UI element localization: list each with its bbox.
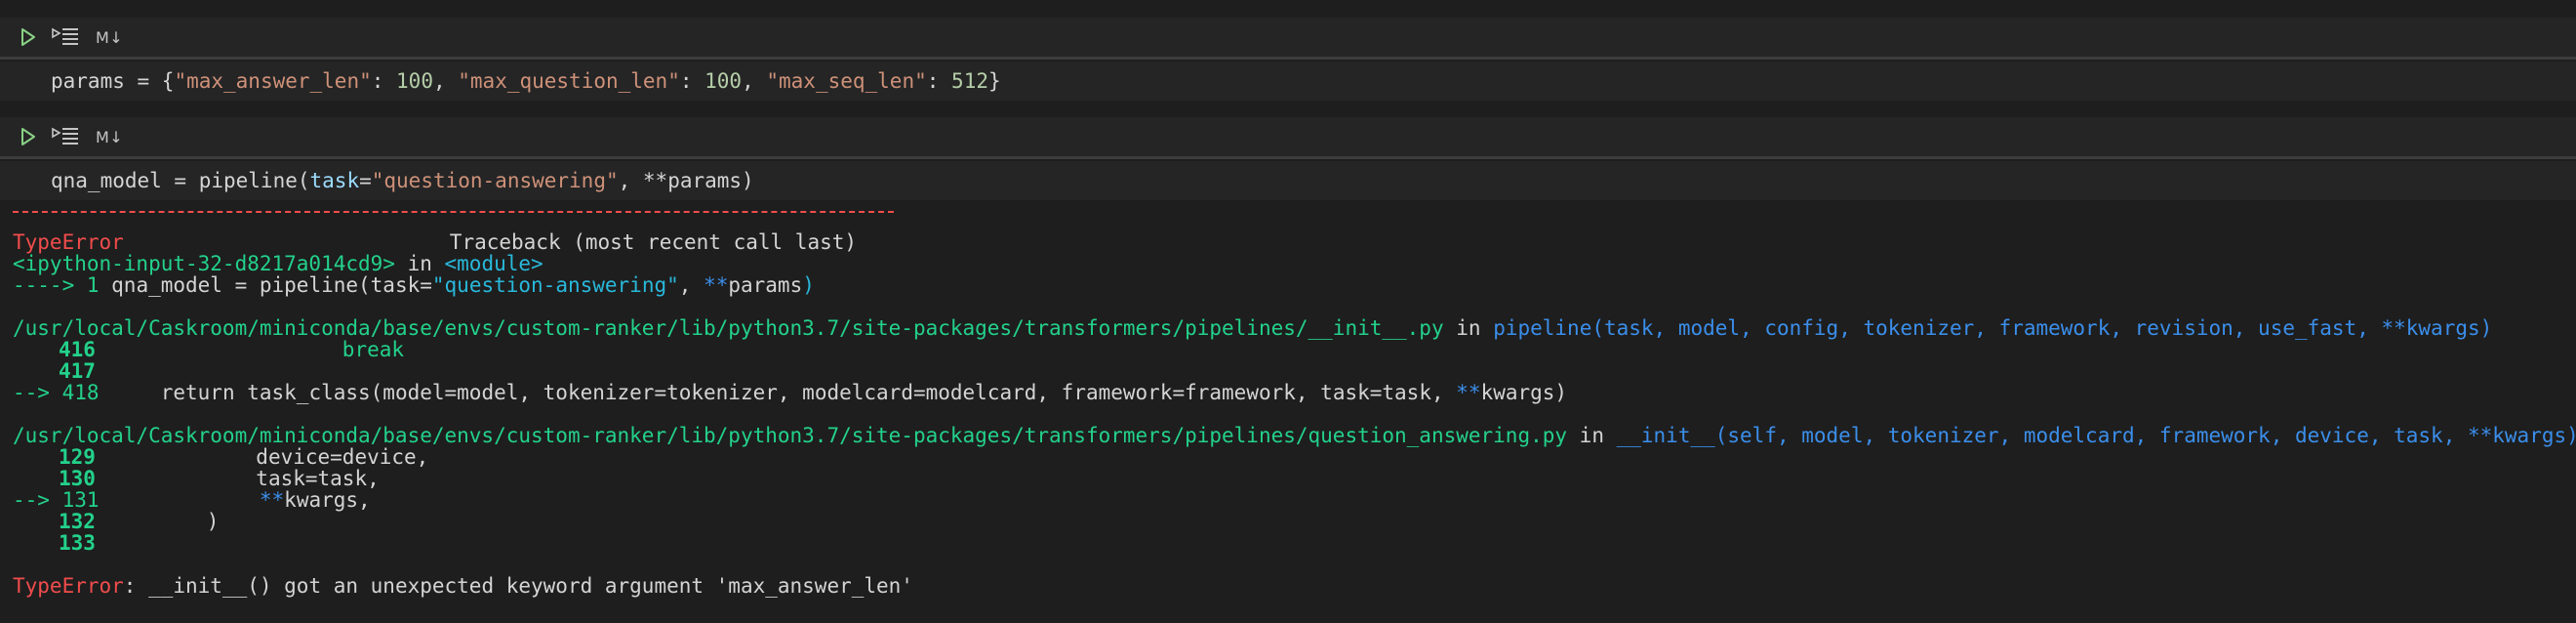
frame-2-line-131: --> 131 **kwargs, — [13, 489, 371, 511]
code-token: ) — [95, 510, 220, 533]
error-type: TypeError — [13, 230, 124, 254]
frame-2-line-133: 133 — [13, 532, 96, 554]
code-token: : — [926, 69, 952, 93]
code-token: } — [987, 69, 1001, 93]
code-token: "question-answering" — [371, 169, 619, 192]
code-token: 100 — [396, 69, 433, 93]
code-token: 512 — [951, 69, 988, 93]
line-number: 133 — [59, 531, 96, 555]
line-arrow: --> 131 — [13, 488, 100, 512]
code-token: ** — [704, 273, 729, 297]
frame-1-line-418: --> 418 return task_class(model=model, t… — [13, 382, 1567, 403]
line-number: 130 — [59, 467, 96, 490]
line-number: 417 — [59, 359, 96, 383]
code-token: return task_class(model=model, tokenizer… — [99, 381, 1457, 404]
code-token: : — [371, 69, 397, 93]
traceback-label: Traceback (most recent call last) — [449, 230, 858, 254]
code-token: task — [309, 169, 360, 192]
code-token: , **params) — [618, 169, 754, 192]
code-token: = { — [124, 69, 175, 93]
code-token: task=task, — [95, 467, 380, 490]
play-icon[interactable] — [20, 117, 37, 156]
code-token: params — [728, 273, 803, 297]
code-token: "max_answer_len" — [174, 69, 372, 93]
code-token: device=device, — [95, 445, 429, 469]
line-number: 416 — [59, 338, 96, 361]
code-token: 100 — [704, 69, 743, 93]
in-word: in — [1443, 316, 1494, 340]
frame-2-line-132: 132 ) — [13, 511, 219, 532]
code-token: , — [432, 69, 459, 93]
code-token: ) — [802, 273, 815, 297]
code-token: "max_seq_len" — [766, 69, 927, 93]
line-number: 132 — [59, 510, 96, 533]
function-signature: pipeline(task, model, config, tokenizer,… — [1493, 316, 2493, 340]
frame-1-line-416: 416 break — [13, 339, 404, 360]
in-word: in — [394, 252, 445, 275]
play-icon[interactable] — [20, 18, 37, 57]
code-token: ** — [99, 488, 285, 512]
arrow-line: ----> 1 qna_model = pipeline(task="quest… — [13, 274, 815, 296]
frame-2-header: /usr/local/Caskroom/miniconda/base/envs/… — [13, 425, 2576, 446]
file-path: /usr/local/Caskroom/miniconda/base/envs/… — [13, 316, 1444, 340]
frame-1-line-417: 417 — [13, 360, 96, 382]
code-token: qna_model = pipeline( — [51, 169, 310, 192]
markdown-toggle-button[interactable]: M↓ — [96, 18, 123, 57]
in-word: in — [1567, 424, 1617, 447]
cell-1-toolbar: M↓ — [0, 18, 2576, 60]
cell-2-toolbar: M↓ — [0, 117, 2576, 159]
code-token: params — [51, 69, 125, 93]
code-token: , — [742, 69, 767, 93]
traceback-header: TypeError Traceback (most recent call las… — [13, 231, 857, 253]
traceback-divider — [13, 211, 894, 213]
line-arrow: ----> 1 — [13, 273, 112, 297]
code-token: : — [679, 69, 705, 93]
code-token: ** — [1456, 381, 1481, 404]
code-token: kwargs) — [1480, 381, 1568, 404]
code-token: , — [678, 273, 704, 297]
line-arrow: --> 418 — [13, 381, 100, 404]
run-by-line-icon[interactable] — [51, 18, 80, 57]
input-ref: <ipython-input-32-d8217a014cd9> — [13, 252, 395, 275]
file-path: /usr/local/Caskroom/miniconda/base/envs/… — [13, 424, 1568, 447]
cell-1-code[interactable]: params = {"max_answer_len": 100, "max_qu… — [0, 62, 2576, 101]
code-token: "question-answering" — [431, 273, 679, 297]
frame-2-line-130: 130 task=task, — [13, 468, 380, 489]
run-by-line-icon[interactable] — [51, 117, 80, 156]
function-signature: __init__(self, model, tokenizer, modelca… — [1616, 424, 2576, 447]
line-number: 129 — [59, 445, 96, 469]
module-ref: <module> — [444, 252, 543, 275]
code-token: break — [95, 338, 405, 361]
code-token: = — [359, 169, 372, 192]
final-error-line: TypeError: __init__() got an unexpected … — [13, 575, 913, 597]
input-ref-line: <ipython-input-32-d8217a014cd9> in <modu… — [13, 253, 543, 274]
error-message: : __init__() got an unexpected keyword a… — [123, 574, 913, 598]
cell-2-code[interactable]: qna_model = pipeline(task = "question-answ… — [0, 161, 2576, 200]
code-token: kwargs, — [284, 488, 371, 512]
error-type: TypeError — [13, 574, 124, 598]
code-token: qna_model = pipeline(task= — [111, 273, 432, 297]
frame-2-line-129: 129 device=device, — [13, 446, 428, 468]
frame-1-header: /usr/local/Caskroom/miniconda/base/envs/… — [13, 317, 2492, 339]
code-token: "max_question_len" — [458, 69, 680, 93]
markdown-toggle-button[interactable]: M↓ — [96, 117, 123, 156]
